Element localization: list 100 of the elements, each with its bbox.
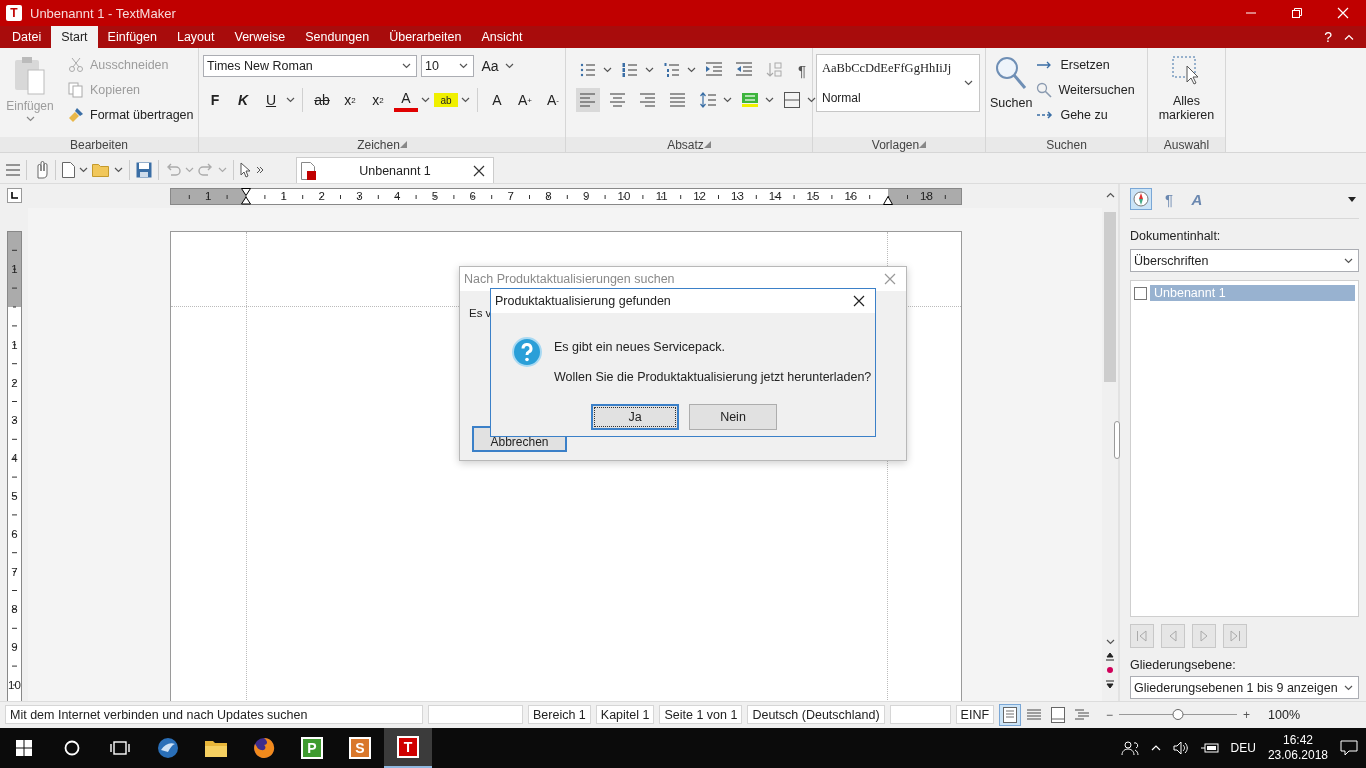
dialog-title: Nach Produktaktualisierungen suchen [464,272,675,286]
double-up-arrow-icon [1106,651,1114,661]
borders-icon [784,92,800,108]
dialog-launcher-icon[interactable] [399,141,407,148]
italic-button[interactable]: K [231,88,255,112]
speaker-icon[interactable] [1172,741,1189,755]
help-button[interactable]: ? [1324,29,1332,45]
copy-icon [68,82,84,98]
save-icon[interactable] [136,161,152,178]
go-to-button[interactable]: Gehe zu [1036,104,1135,126]
group-label: Suchen [1046,137,1087,152]
content-dropdown[interactable]: Überschriften [1130,249,1359,272]
more-icon[interactable] [256,165,264,174]
window-title: Unbenannt 1 - TextMaker [30,5,177,21]
strikethrough-button[interactable]: ab [310,88,334,112]
new-document-icon[interactable] [62,161,75,178]
font-color-button[interactable]: A [394,88,418,112]
view-button[interactable] [999,703,1022,726]
show-formatting-button[interactable]: ¶ [792,58,812,82]
close-icon[interactable] [853,295,865,307]
align-right-icon [640,92,656,108]
bullet-list-icon [580,62,596,78]
people-icon[interactable] [1120,740,1139,756]
navigator-tab[interactable] [1130,188,1152,210]
clock[interactable]: 16:42 23.06.2018 [1267,733,1328,763]
indent-marker-icon[interactable] [883,196,893,205]
tab-stop-button[interactable] [7,188,22,203]
ruler-number: 13 [731,190,744,202]
app-tile-icon: T [397,736,419,758]
menu-tab[interactable]: Ansicht [471,26,533,48]
scrollbar-thumb[interactable] [1104,212,1116,382]
dot-icon [1107,667,1113,673]
find-next-button[interactable]: Weitersuchen [1036,79,1135,101]
font-size-dropdown[interactable]: 10 [421,55,474,77]
search-button[interactable]: Suchen [986,48,1037,137]
dialog-launcher-icon[interactable] [703,141,711,148]
ruler-number: 6 [469,190,476,202]
taskbar-app-button[interactable]: P [288,728,336,768]
ruler-number: 3 [10,414,19,427]
chevron-up-icon[interactable] [1150,745,1161,751]
ruler-number: 8 [545,190,552,202]
zoom-in-button[interactable]: + [1243,707,1251,722]
menu-tab[interactable]: Sendungen [295,26,380,48]
ruler-number: 1 [10,263,19,276]
input-language[interactable]: DEU [1230,741,1256,755]
increase-indent-icon [706,62,722,78]
ruler-number: 5 [10,490,19,502]
highlight-button[interactable]: ab [434,93,458,107]
ruler-number: 9 [583,190,590,202]
dialog-button[interactable]: Nein [689,404,777,430]
decrease-indent-icon [736,62,752,78]
select-all-button[interactable]: Alles markieren [1148,48,1225,137]
bold-button[interactable]: F [203,88,227,112]
taskbar-app-button[interactable]: T [384,728,432,768]
checkbox[interactable] [1134,286,1147,300]
ruler-number: 14 [768,190,782,202]
menu-tab[interactable]: Einfügen [97,26,167,48]
clipboard-icon [14,56,46,96]
grow-font-button[interactable]: A$^{+}$ [513,88,537,112]
paintbrush-icon [68,107,84,123]
underline-button[interactable]: U [259,88,283,112]
menu-icon[interactable] [6,163,20,176]
clear-format-button[interactable]: A [485,88,509,112]
pointer-icon[interactable] [240,161,252,178]
collapse-ribbon-icon[interactable] [1344,34,1354,40]
goto-arrow-icon [1036,109,1055,121]
shrink-font-button[interactable]: A$^{-}$ [541,88,565,112]
ruler-number: 4 [10,452,19,465]
document-tab[interactable]: Unbenannt 1 [296,157,494,183]
search-icon [995,56,1028,90]
align-center-icon [610,92,626,108]
font-name-dropdown[interactable]: Times New Roman [203,55,417,77]
indent-marker-icon[interactable] [241,188,251,205]
menu-tab[interactable]: Datei [2,26,52,48]
notifications-icon[interactable] [1340,740,1358,756]
document-icon [301,161,317,180]
field-label: Gliederungsebene: [1130,658,1237,672]
close-tab-icon[interactable] [473,164,485,177]
menu-tab[interactable]: Start [51,26,98,48]
panel-menu-arrow-icon[interactable] [1348,196,1356,202]
menu-tab[interactable]: Verweise [224,26,296,48]
zoom-out-button[interactable]: − [1106,707,1114,722]
change-case-button[interactable]: Aa [478,54,502,78]
battery-icon[interactable] [1200,742,1219,754]
zoom-slider-thumb[interactable] [1172,709,1184,720]
dialog-message: Wollen Sie die Produktaktualisierung jetzt herunterladen? [554,370,872,384]
compass-icon [1133,191,1149,207]
panel-collapse-handle[interactable] [1114,421,1120,459]
double-down-arrow-icon [1106,679,1114,689]
dialog-launcher-icon[interactable] [919,141,927,148]
style-gallery[interactable]: AaBbCcDdEeFfGgHhIiJj Normal [816,54,980,112]
menu-tab[interactable]: Überarbeiten [379,26,472,48]
replace-button[interactable]: Ersetzen [1036,54,1135,76]
format-painter-button[interactable]: Format übertragen [68,104,194,126]
ruler-number: 4 [394,190,401,202]
dialog-button[interactable]: Ja [591,404,679,430]
superscript-button[interactable]: x$^{2}$ [366,88,390,112]
ruler-number: 3 [356,190,363,202]
menu-tab[interactable]: Layout [166,26,225,48]
outline-level-dropdown[interactable]: Gliederungsebenen 1 bis 9 anzeigen [1130,676,1359,699]
